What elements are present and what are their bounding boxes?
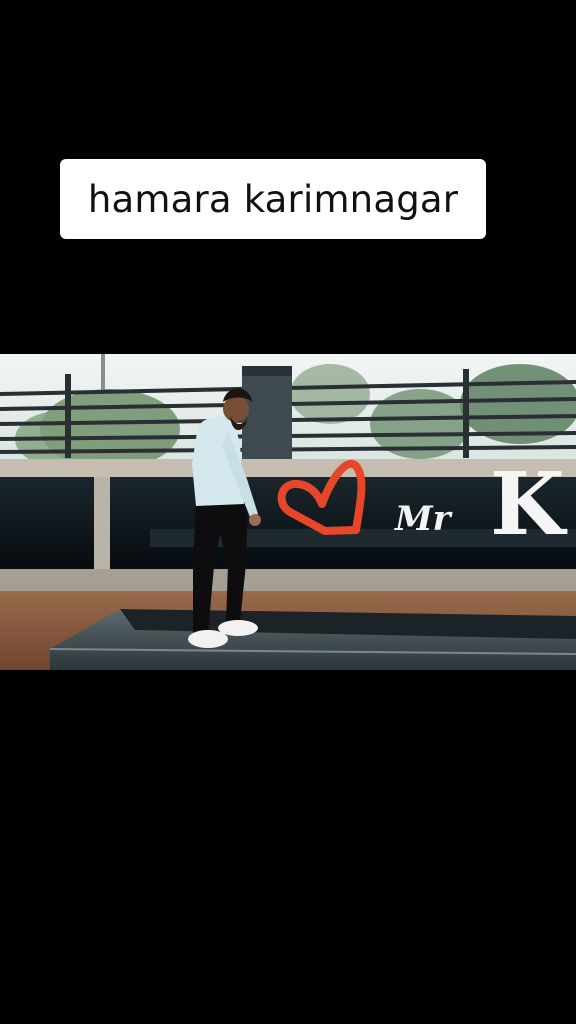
pillar [242,366,292,466]
caption-box: hamara karimnagar [60,159,486,239]
sign-script-text: Mr [394,499,453,539]
photo-scene: Mr K [0,354,576,670]
caption-text: hamara karimnagar [87,177,459,221]
video-frame: hamara karimnagar Mr K [0,0,576,1024]
photo: Mr K [0,354,576,670]
sign-letter-k: K [490,454,568,555]
